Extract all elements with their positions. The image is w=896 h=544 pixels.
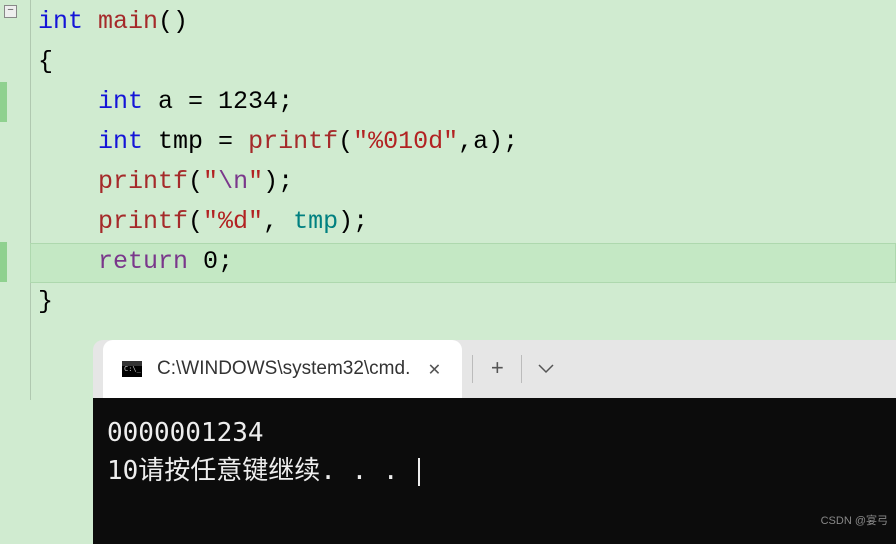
cmd-icon [121, 360, 143, 378]
close-icon[interactable]: ✕ [424, 352, 444, 386]
code-line: int tmp = printf("%010d",a); [38, 122, 896, 162]
tab-bar: C:\WINDOWS\system32\cmd. ✕ + [93, 340, 896, 398]
chevron-down-icon [538, 364, 554, 374]
code-line: int a = 1234; [38, 82, 896, 122]
code-line: printf("%d", tmp); [38, 202, 896, 242]
fold-toggle-icon[interactable]: − [4, 5, 17, 18]
cursor-icon [418, 458, 420, 486]
terminal-window: C:\WINDOWS\system32\cmd. ✕ + 0000001234 … [93, 340, 896, 544]
output-line: 10请按任意键继续. . . [107, 452, 882, 490]
gutter-line [30, 0, 31, 400]
code-line: int main() [38, 2, 896, 42]
code-line: printf("\n"); [38, 162, 896, 202]
code-line: { [38, 42, 896, 82]
terminal-tab[interactable]: C:\WINDOWS\system32\cmd. ✕ [103, 340, 462, 398]
terminal-output[interactable]: 0000001234 10请按任意键继续. . . CSDN @宴弓 [93, 398, 896, 544]
watermark: CSDN @宴弓 [821, 502, 888, 540]
code-area[interactable]: int main() { int a = 1234; int tmp = pri… [0, 0, 896, 322]
gutter-highlight [0, 82, 7, 122]
tab-actions: + [472, 349, 570, 389]
tab-dropdown-button[interactable] [522, 349, 570, 389]
gutter-highlight [0, 242, 7, 282]
code-line: return 0; [38, 242, 896, 282]
tab-title: C:\WINDOWS\system32\cmd. [157, 358, 410, 380]
output-line: 0000001234 [107, 414, 882, 452]
new-tab-button[interactable]: + [473, 349, 521, 389]
code-line: } [38, 282, 896, 322]
